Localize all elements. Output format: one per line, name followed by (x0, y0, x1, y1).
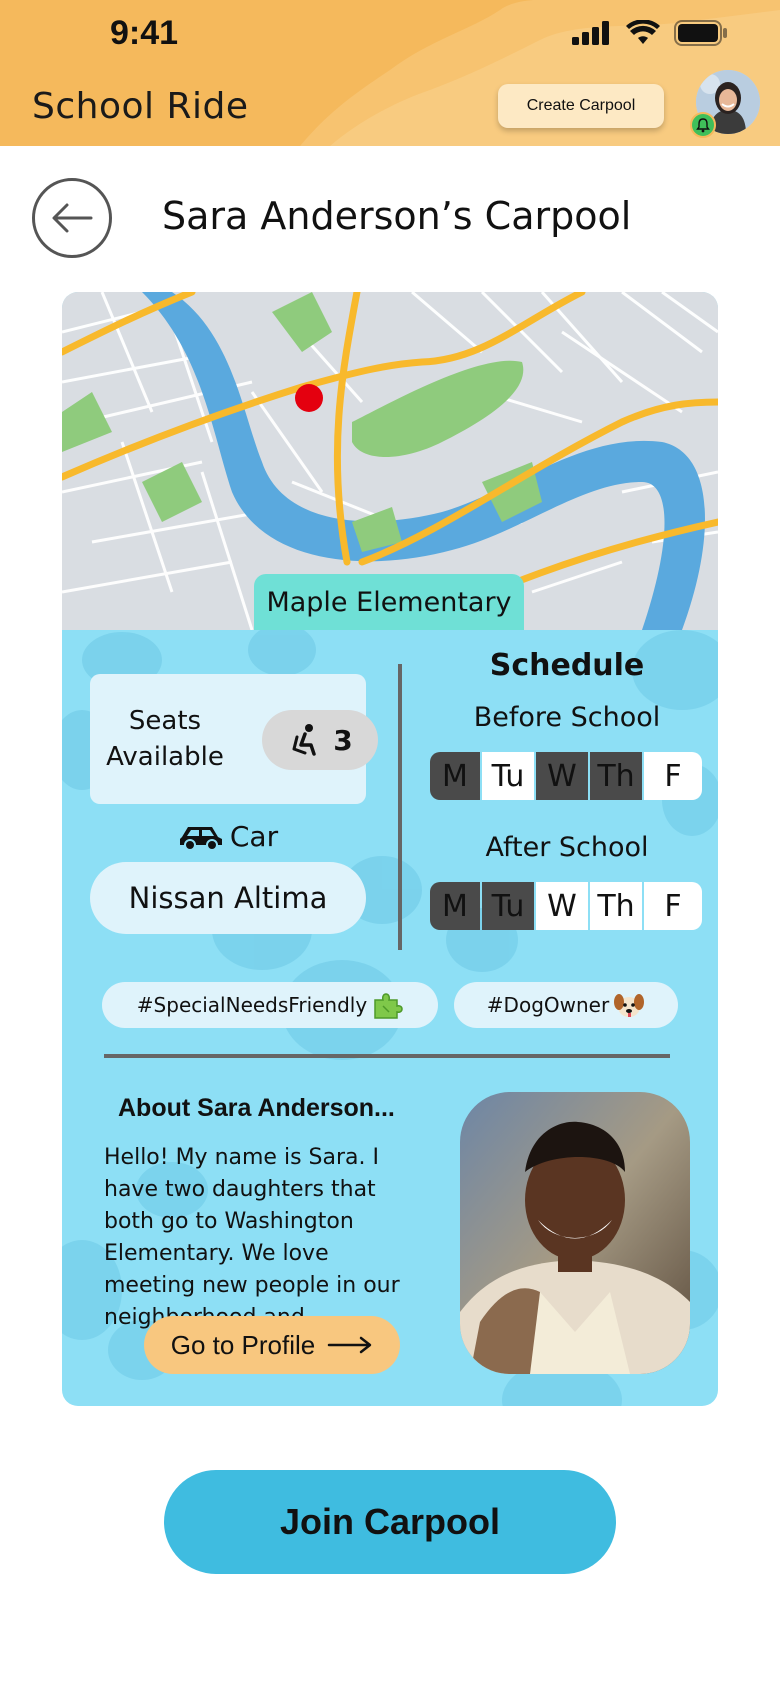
after-day-th[interactable]: Th (590, 882, 642, 930)
before-day-tu[interactable]: Tu (482, 752, 534, 800)
about-text: Hello! My name is Sara. I have two daugh… (104, 1145, 400, 1330)
car-label-text: Car (229, 820, 279, 853)
puzzle-icon (374, 993, 403, 1019)
dog-icon (614, 994, 645, 1017)
carpool-card: Maple Elementary Seats Available 3 Car N… (62, 292, 718, 1406)
create-carpool-button[interactable]: Create Carpool (498, 84, 664, 128)
location-pin-icon (295, 384, 323, 412)
after-school-label: After School (485, 832, 649, 863)
tag-dog-owner[interactable]: #DogOwner (454, 982, 678, 1028)
app-title: School Ride (32, 86, 249, 127)
before-day-m[interactable]: M (430, 752, 480, 800)
seats-available-box: Seats Available 3 (90, 674, 378, 804)
after-school-days: M Tu W Th F (430, 882, 702, 930)
about-title: About Sara Anderson... (118, 1094, 395, 1122)
tag-special-needs-text: #SpecialNeedsFriendly (136, 993, 368, 1017)
driver-photo-image (460, 1092, 690, 1374)
before-day-f[interactable]: F (644, 752, 702, 800)
school-tag: Maple Elementary (254, 574, 524, 630)
before-day-th[interactable]: Th (590, 752, 642, 800)
after-day-m[interactable]: M (430, 882, 480, 930)
after-day-w[interactable]: W (536, 882, 588, 930)
status-time: 9:41 (110, 14, 179, 52)
notification-bell-icon[interactable] (690, 112, 716, 138)
app-header: 9:41 School Ride Create Carpool (0, 0, 780, 146)
car-model-pill: Nissan Altima (90, 862, 366, 934)
car-icon (179, 826, 222, 851)
bell-glyph (696, 118, 710, 133)
driver-photo (460, 1092, 690, 1374)
after-day-tu[interactable]: Tu (482, 882, 534, 930)
before-school-label: Before School (473, 702, 661, 733)
status-icons (572, 20, 728, 46)
arrow-left-icon (52, 203, 93, 233)
seats-count-pill: 3 (262, 710, 378, 770)
vertical-divider (398, 664, 402, 950)
page-title: Sara Anderson’s Carpool (162, 194, 632, 238)
car-label: Car (90, 820, 366, 853)
signal-icon (572, 21, 609, 45)
before-day-w[interactable]: W (536, 752, 588, 800)
back-button[interactable] (32, 178, 112, 258)
horizontal-divider (104, 1054, 670, 1058)
after-day-f[interactable]: F (644, 882, 702, 930)
tag-dog-owner-text: #DogOwner (486, 993, 610, 1017)
before-school-days: M Tu W Th F (430, 752, 702, 800)
seat-icon (292, 724, 316, 756)
seats-label-line1: Seats (128, 706, 202, 736)
schedule-title: Schedule (489, 648, 645, 683)
arrow-right-icon (328, 1336, 372, 1354)
wifi-icon (626, 20, 660, 44)
seats-count: 3 (333, 723, 353, 757)
seats-label-line2: Available (106, 742, 224, 772)
tag-special-needs[interactable]: #SpecialNeedsFriendly (102, 982, 438, 1028)
go-to-profile-button[interactable]: Go to Profile (144, 1316, 400, 1374)
seats-label: Seats Available (90, 703, 240, 775)
join-carpool-button[interactable]: Join Carpool (164, 1470, 616, 1574)
battery-icon (674, 20, 727, 46)
go-to-profile-label: Go to Profile (170, 1329, 316, 1360)
